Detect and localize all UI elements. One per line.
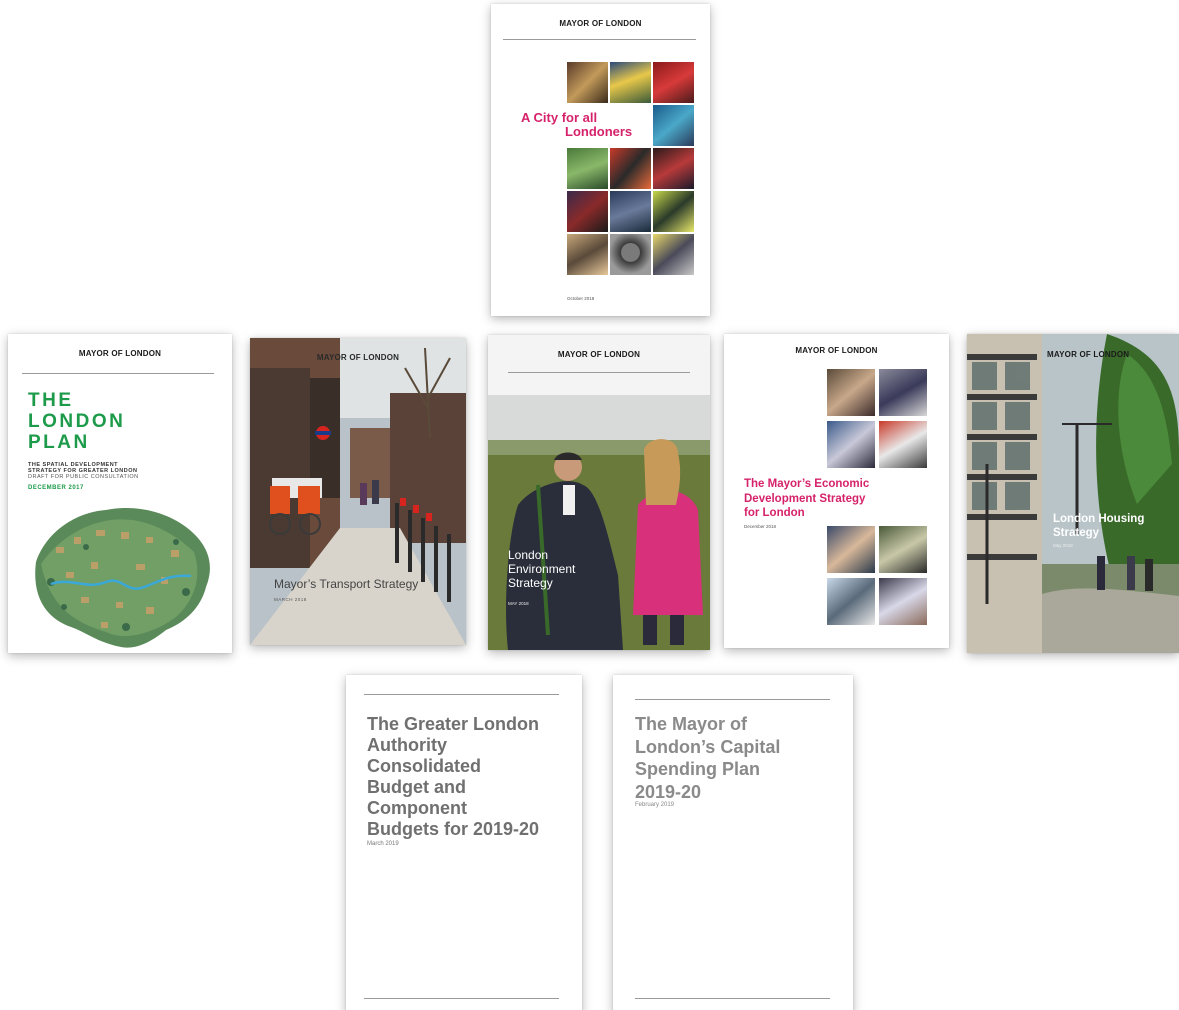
publisher-label: MAYOR OF LONDON bbox=[559, 19, 642, 28]
cover-title: London Environment Strategy bbox=[508, 548, 575, 590]
cover-city-for-all-londoners[interactable]: MAYOR OF LONDON A City for all Londoners… bbox=[491, 4, 710, 316]
cover-housing-strategy[interactable]: MAYOR OF LONDON London Housing Strategy … bbox=[967, 334, 1179, 653]
title-line: Londoners bbox=[565, 124, 633, 139]
title-line: Strategy bbox=[508, 576, 553, 590]
title-line: Component bbox=[367, 798, 467, 818]
publication-date: February 2019 bbox=[635, 802, 675, 808]
publication-date: December 2018 bbox=[744, 524, 777, 529]
cover-title: THE LONDON PLAN bbox=[28, 390, 125, 453]
photo bbox=[610, 234, 651, 275]
title-line: Environment bbox=[508, 562, 576, 576]
photo bbox=[827, 526, 875, 573]
publication-date: March 2019 bbox=[367, 841, 399, 847]
cover-subtitle: THE SPATIAL DEVELOPMENT STRATEGY FOR GRE… bbox=[28, 462, 137, 474]
photo bbox=[827, 578, 875, 625]
publication-date: DECEMBER 2017 bbox=[28, 485, 84, 491]
photo bbox=[827, 369, 875, 416]
photo bbox=[610, 148, 651, 189]
title-line: London’s Capital bbox=[635, 736, 781, 757]
title-line: The Mayor’s Economic bbox=[744, 478, 870, 490]
title-line: Budget and bbox=[367, 777, 466, 797]
photo bbox=[567, 191, 608, 232]
photo bbox=[653, 234, 694, 275]
publisher-label: MAYOR OF LONDON bbox=[316, 353, 400, 362]
title-line: Strategy bbox=[1053, 527, 1100, 539]
title-line: A City for all bbox=[521, 110, 598, 125]
title-line: for London bbox=[744, 507, 805, 519]
title-line: PLAN bbox=[28, 432, 90, 453]
divider bbox=[635, 998, 830, 999]
title-line: The Greater London bbox=[367, 714, 540, 734]
divider bbox=[635, 699, 830, 700]
photo bbox=[653, 105, 694, 146]
london-map-illustration bbox=[35, 507, 210, 648]
photo bbox=[879, 421, 927, 468]
housing-scene-photo bbox=[967, 334, 1179, 653]
photo bbox=[610, 191, 651, 232]
photo bbox=[567, 234, 608, 275]
cover-title: London Housing Strategy bbox=[1053, 512, 1144, 540]
title-line: London bbox=[508, 548, 549, 562]
cover-title: The Greater London Authority Consolidate… bbox=[367, 714, 539, 840]
photo bbox=[827, 421, 875, 468]
publisher-label: MAYOR OF LONDON bbox=[1047, 350, 1130, 359]
divider bbox=[364, 998, 559, 999]
title-line: 2019-20 bbox=[635, 781, 702, 802]
divider bbox=[508, 372, 690, 373]
publication-date: October 2018 bbox=[567, 296, 595, 301]
title-line: LONDON bbox=[28, 411, 126, 432]
photo bbox=[653, 148, 694, 189]
photo bbox=[879, 526, 927, 573]
divider bbox=[22, 373, 214, 374]
photo bbox=[879, 369, 927, 416]
publisher-label: MAYOR OF LONDON bbox=[557, 350, 641, 359]
title-line: THE bbox=[28, 390, 74, 411]
title-line: Development Strategy bbox=[744, 492, 866, 505]
subtitle-line: DRAFT FOR PUBLIC CONSULTATION bbox=[28, 474, 139, 480]
photo bbox=[653, 62, 694, 103]
cover-environment-strategy[interactable]: MAYOR OF LONDON London Environment Strat… bbox=[488, 335, 710, 650]
photo bbox=[653, 191, 694, 232]
cover-title: A City for all Londoners bbox=[521, 111, 632, 139]
divider bbox=[503, 39, 696, 40]
cover-title: Mayor’s Transport Strategy bbox=[274, 577, 419, 591]
cover-title: The Mayor’s Economic Development Strateg… bbox=[744, 477, 869, 521]
photo bbox=[879, 578, 927, 625]
cover-capital-spending-plan[interactable]: The Mayor of London’s Capital Spending P… bbox=[613, 675, 853, 1010]
title-line: Authority bbox=[367, 735, 447, 755]
photo bbox=[567, 62, 608, 103]
publication-date: MAY 2018 bbox=[508, 601, 529, 606]
photo bbox=[567, 148, 608, 189]
cover-london-plan[interactable]: MAYOR OF LONDON THE LONDON PLAN THE SPAT… bbox=[8, 334, 232, 653]
publisher-label: MAYOR OF LONDON bbox=[795, 346, 878, 355]
cover-gla-consolidated-budget[interactable]: The Greater London Authority Consolidate… bbox=[346, 675, 582, 1010]
cover-economic-development-strategy[interactable]: MAYOR OF LONDON The Mayor’s Economic Dev… bbox=[724, 334, 949, 648]
title-line: Spending Plan bbox=[635, 759, 761, 779]
publisher-label: MAYOR OF LONDON bbox=[78, 349, 162, 358]
publication-date: May 2018 bbox=[1053, 543, 1073, 548]
publication-date: MARCH 2018 bbox=[274, 597, 307, 602]
cover-transport-strategy[interactable]: MAYOR OF LONDON Mayor’s Transport Strate… bbox=[250, 338, 466, 645]
cover-title: The Mayor of London’s Capital Spending P… bbox=[635, 713, 780, 803]
divider bbox=[364, 694, 559, 695]
photo bbox=[610, 62, 651, 103]
title-line: Consolidated bbox=[367, 756, 482, 776]
title-line: London Housing bbox=[1053, 513, 1145, 525]
title-line: Budgets for 2019-20 bbox=[367, 819, 540, 839]
title-line: The Mayor of bbox=[635, 714, 748, 734]
